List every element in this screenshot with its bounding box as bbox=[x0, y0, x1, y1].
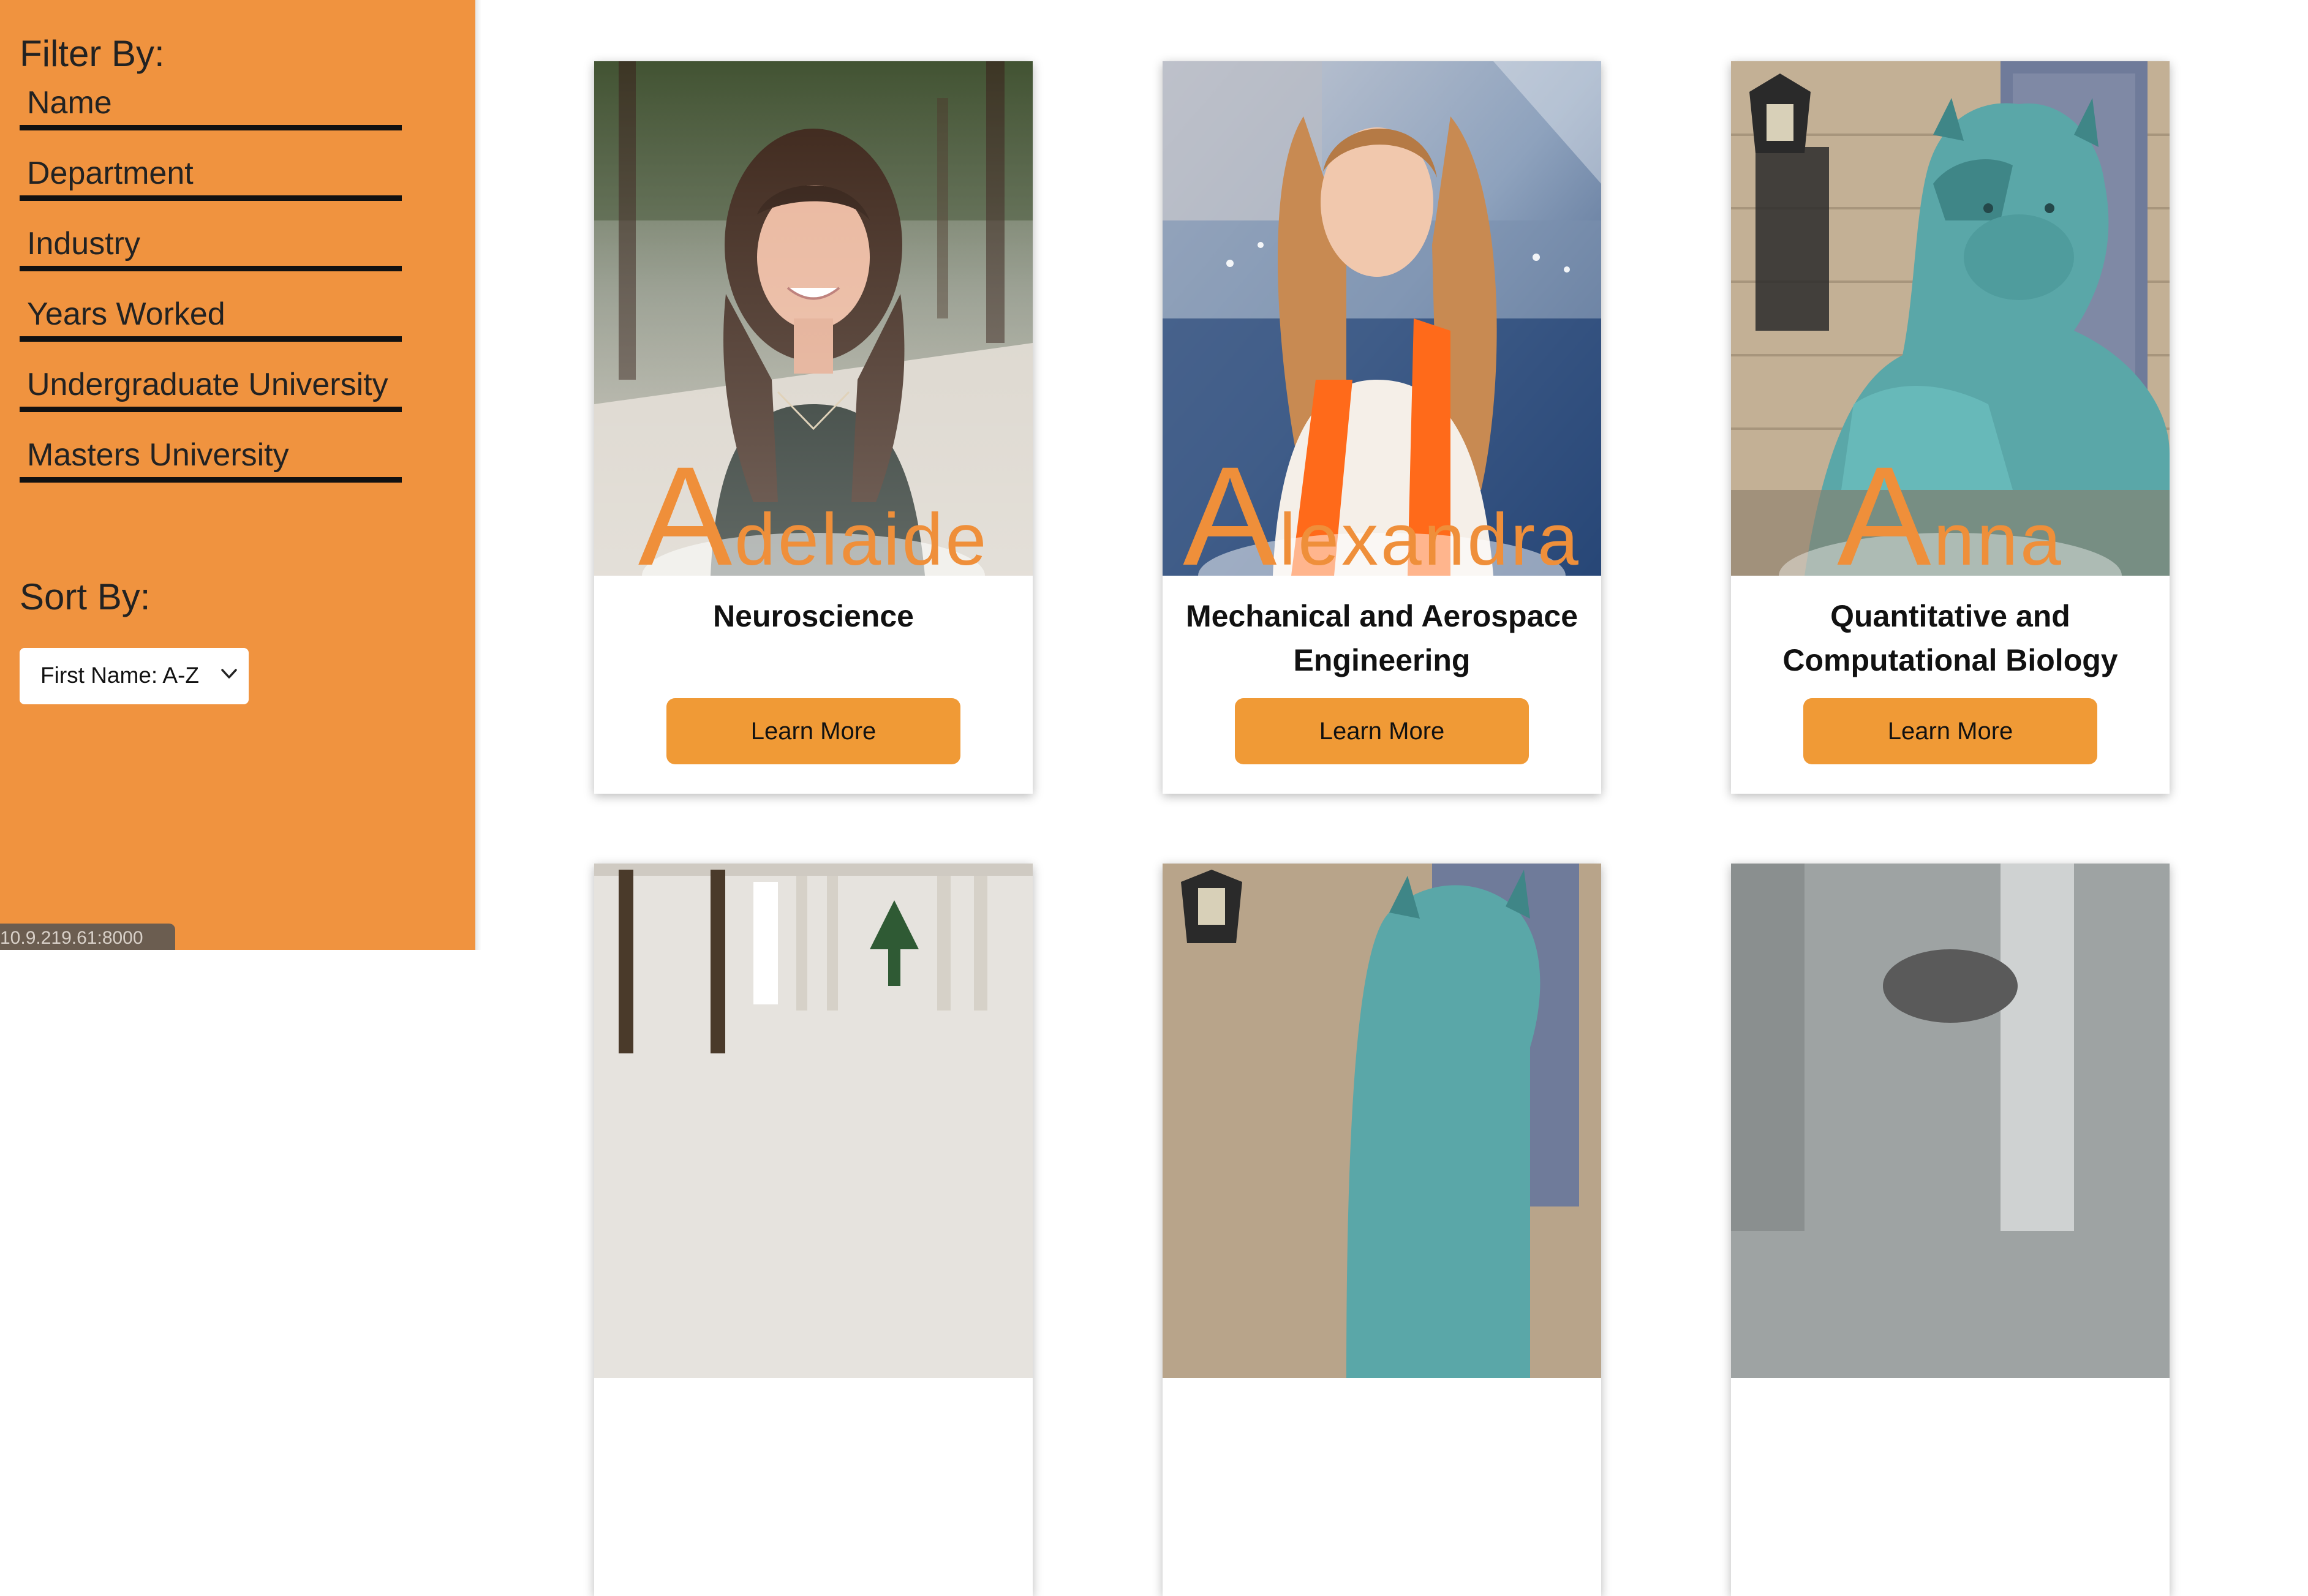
card-department: Quantitative and Computational Biology bbox=[1782, 599, 2118, 677]
profile-card: Adelaide Neuroscience Learn More bbox=[594, 61, 1033, 794]
name-rest: nna bbox=[1933, 499, 2064, 576]
campus-building-photo bbox=[594, 864, 1033, 1378]
profile-card bbox=[1731, 864, 2170, 1596]
profile-card bbox=[594, 864, 1033, 1596]
filter-label: Years Worked bbox=[27, 296, 225, 332]
filter-label: Industry bbox=[27, 226, 140, 262]
portrait-photo bbox=[1731, 864, 2170, 1378]
filter-name[interactable]: Name bbox=[20, 81, 402, 130]
filter-label: Masters University bbox=[27, 437, 289, 473]
filter-label: Name bbox=[27, 85, 112, 121]
portrait-woman-photo: Adelaide bbox=[594, 61, 1033, 576]
name-rest: delaide bbox=[734, 499, 989, 576]
name-initial: A bbox=[1183, 437, 1280, 576]
sort-heading: Sort By: bbox=[20, 576, 151, 617]
profile-card bbox=[1163, 864, 1601, 1596]
card-department: Mechanical and Aerospace Engineering bbox=[1185, 599, 1578, 677]
portrait-graduate-photo: Alexandra bbox=[1163, 61, 1601, 576]
card-name-overlay: Anna bbox=[1731, 446, 2170, 576]
tiger-statue-photo bbox=[1163, 864, 1601, 1378]
chevron-down-icon bbox=[221, 669, 237, 679]
profile-card: Alexandra Mechanical and Aerospace Engin… bbox=[1163, 61, 1601, 794]
learn-more-button[interactable]: Learn More bbox=[1803, 698, 2097, 764]
name-rest: lexandra bbox=[1279, 499, 1581, 576]
filter-industry[interactable]: Industry bbox=[20, 222, 402, 271]
name-initial: A bbox=[1837, 437, 1934, 576]
filter-masters-university[interactable]: Masters University bbox=[20, 433, 402, 483]
filter-heading: Filter By: bbox=[20, 33, 165, 74]
card-name-overlay: Adelaide bbox=[594, 446, 1033, 576]
sidebar-shadow bbox=[475, 0, 481, 950]
sort-selected-value: First Name: A-Z bbox=[40, 663, 200, 688]
status-url: 10.9.219.61:8000 bbox=[0, 924, 175, 950]
profile-card: Anna Quantitative and Computational Biol… bbox=[1731, 61, 2170, 794]
filter-label: Department bbox=[27, 156, 194, 191]
card-name-overlay: Alexandra bbox=[1163, 446, 1601, 576]
tiger-statue-photo: Anna bbox=[1731, 61, 2170, 576]
learn-more-button[interactable]: Learn More bbox=[666, 698, 960, 764]
learn-more-button[interactable]: Learn More bbox=[1235, 698, 1529, 764]
filter-undergraduate-university[interactable]: Undergraduate University bbox=[20, 363, 402, 412]
sidebar: Filter By: Name Department Industry Year… bbox=[0, 0, 475, 950]
card-department: Neuroscience bbox=[713, 599, 914, 633]
filter-years-worked[interactable]: Years Worked bbox=[20, 292, 402, 342]
filter-label: Undergraduate University bbox=[27, 367, 388, 402]
filter-department[interactable]: Department bbox=[20, 151, 402, 201]
name-initial: A bbox=[638, 437, 735, 576]
sort-select[interactable]: First Name: A-Z bbox=[20, 648, 249, 704]
